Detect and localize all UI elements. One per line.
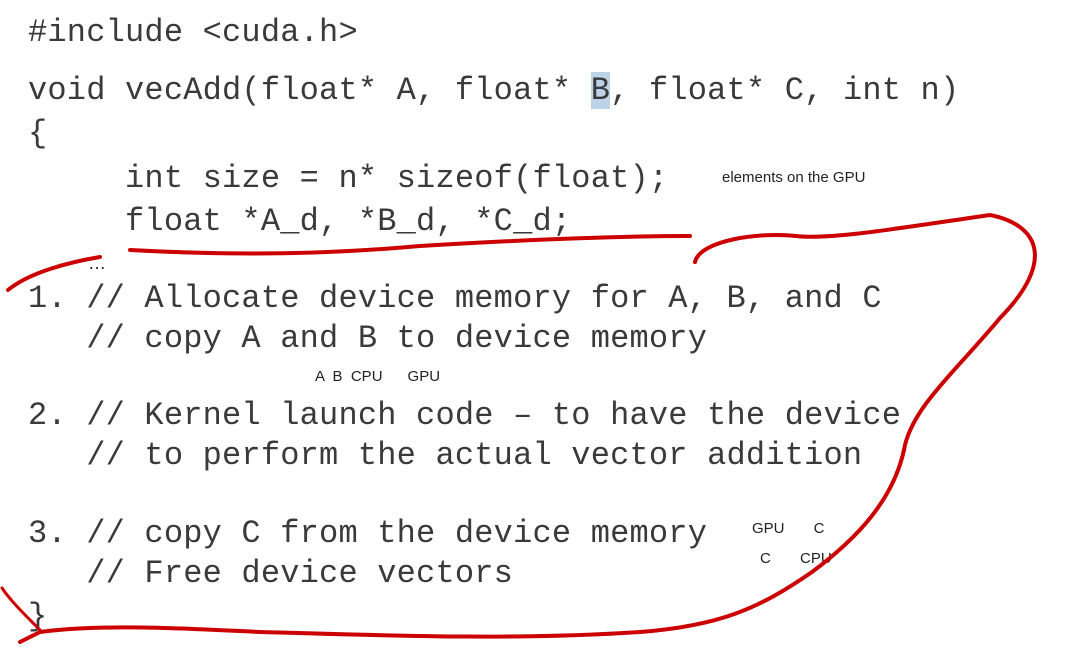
underline-stroke	[128, 234, 692, 256]
left-bottom-stroke	[0, 586, 42, 632]
circled-loop-stroke	[18, 213, 1037, 644]
red-ink-annotation	[0, 213, 1037, 644]
left-arc-stroke	[6, 255, 102, 292]
